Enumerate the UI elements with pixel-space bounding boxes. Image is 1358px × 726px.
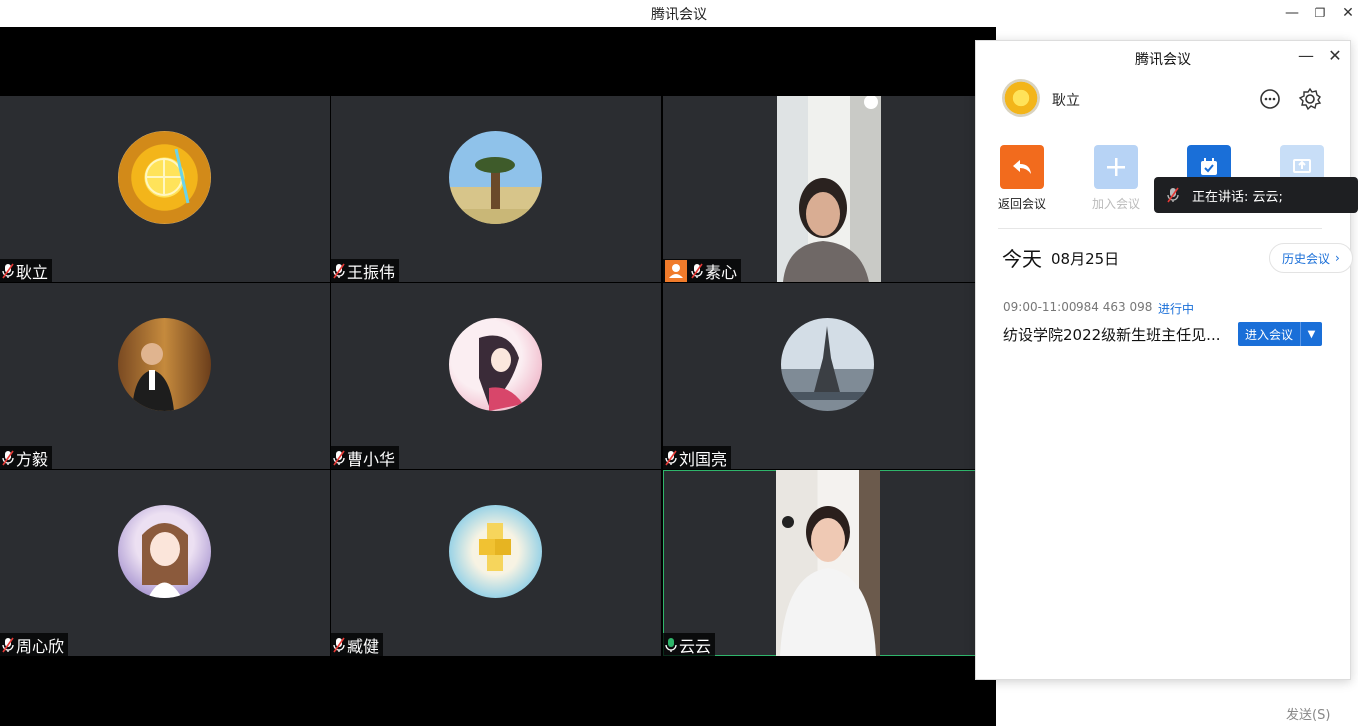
user-name: 耿立 bbox=[1052, 93, 1080, 109]
panel-close-icon[interactable]: ✕ bbox=[1325, 46, 1345, 66]
mic-muted-icon bbox=[333, 263, 345, 278]
host-badge-icon bbox=[665, 259, 687, 282]
mic-muted-icon bbox=[333, 450, 345, 465]
mic-muted-icon bbox=[2, 450, 14, 465]
participant-avatar bbox=[781, 318, 874, 411]
mic-muted-icon bbox=[691, 263, 703, 278]
mic-muted-icon bbox=[2, 637, 14, 652]
participant-avatar bbox=[118, 318, 211, 411]
today-label: 今天 bbox=[1002, 247, 1042, 271]
participant-name: 方毅 bbox=[16, 449, 49, 469]
participant-name-tag: 王振伟 bbox=[331, 259, 400, 282]
window-title: 腾讯会议 bbox=[651, 7, 707, 23]
participant-video bbox=[776, 470, 880, 656]
participant-name: 周心欣 bbox=[16, 636, 65, 656]
mic-muted-icon bbox=[1167, 187, 1179, 203]
participant-tile[interactable]: 刘国亮 bbox=[663, 283, 993, 469]
meeting-time: 09:00-11:00 bbox=[1003, 300, 1077, 314]
chevron-right-icon: › bbox=[1335, 251, 1340, 265]
participant-name-tag: 云云 bbox=[663, 633, 716, 656]
participant-name: 云云 bbox=[679, 636, 712, 656]
participant-name: 曹小华 bbox=[347, 449, 396, 469]
participant-tile[interactable]: 素心 bbox=[663, 96, 993, 282]
participant-avatar bbox=[118, 131, 211, 224]
return-meeting-button[interactable]: 返回会议 bbox=[992, 145, 1052, 212]
participant-name: 臧健 bbox=[347, 636, 380, 656]
participant-avatar bbox=[449, 318, 542, 411]
join-meeting-button[interactable]: 加入会议 bbox=[1086, 145, 1146, 212]
video-grid: 耿立 王振伟 素心 方毅 曹小华 刘国亮 周心欣 臧健 云云 bbox=[0, 27, 996, 726]
mic-muted-icon bbox=[333, 637, 345, 652]
chevron-down-icon[interactable]: ▼ bbox=[1300, 322, 1322, 346]
participant-name-tag: 曹小华 bbox=[331, 446, 400, 469]
participant-tile[interactable]: 臧健 bbox=[331, 470, 661, 656]
participant-tile[interactable]: 周心欣 bbox=[0, 470, 330, 656]
participant-name: 刘国亮 bbox=[679, 449, 728, 469]
history-label: 历史会议 bbox=[1282, 251, 1331, 266]
participant-name-tag: 臧健 bbox=[331, 633, 384, 656]
participant-name-tag: 素心 bbox=[663, 259, 742, 282]
send-button[interactable]: 发送(S) bbox=[1286, 704, 1330, 723]
divider bbox=[998, 228, 1322, 229]
speaking-text: 正在讲话: 云云; bbox=[1192, 189, 1283, 205]
participant-name: 王振伟 bbox=[347, 262, 396, 282]
participant-video bbox=[777, 96, 881, 282]
participant-tile[interactable]: 王振伟 bbox=[331, 96, 661, 282]
meeting-id: 984 463 098 bbox=[1076, 300, 1153, 314]
meeting-title[interactable]: 纺设学院2022级新生班主任见... bbox=[1003, 324, 1231, 345]
today-date: 08月25日 bbox=[1051, 250, 1120, 268]
user-avatar[interactable] bbox=[1002, 79, 1040, 117]
speaking-indicator: 正在讲话: 云云; bbox=[1154, 177, 1358, 213]
participant-avatar bbox=[449, 131, 542, 224]
participant-tile-active-speaker[interactable]: 云云 bbox=[663, 470, 993, 656]
participant-name-tag: 刘国亮 bbox=[663, 446, 732, 469]
meeting-status: 进行中 bbox=[1158, 302, 1195, 316]
chat-bubble-icon[interactable] bbox=[1258, 87, 1282, 111]
participant-tile[interactable]: 方毅 bbox=[0, 283, 330, 469]
participant-name-tag: 周心欣 bbox=[0, 633, 69, 656]
gear-icon[interactable] bbox=[1298, 87, 1322, 111]
mic-muted-icon bbox=[2, 263, 14, 278]
participant-avatar bbox=[118, 505, 211, 598]
participant-tile[interactable]: 耿立 bbox=[0, 96, 330, 282]
action-label: 加入会议 bbox=[1091, 197, 1140, 211]
enter-meeting-button[interactable]: 进入会议 bbox=[1238, 322, 1300, 346]
title-bar: 腾讯会议 — ❐ ✕ bbox=[0, 0, 1358, 27]
panel-minimize-icon[interactable]: — bbox=[1296, 46, 1316, 66]
participant-tile[interactable]: 曹小华 bbox=[331, 283, 661, 469]
close-icon[interactable]: ✕ bbox=[1338, 3, 1358, 23]
participant-name-tag: 方毅 bbox=[0, 446, 53, 469]
return-icon bbox=[1000, 145, 1044, 189]
participant-avatar bbox=[449, 505, 542, 598]
participant-name: 素心 bbox=[705, 262, 738, 282]
participant-name-tag: 耿立 bbox=[0, 259, 53, 282]
mic-muted-icon bbox=[665, 450, 677, 465]
meeting-home-panel: 腾讯会议 — ✕ 耿立 返回会议 加入会议 今天 08月25日 历史会议 › 0… bbox=[975, 40, 1353, 680]
plus-icon bbox=[1094, 145, 1138, 189]
panel-title: 腾讯会议 bbox=[1135, 52, 1191, 68]
action-label: 返回会议 bbox=[997, 197, 1046, 211]
restore-icon[interactable]: ❐ bbox=[1310, 3, 1330, 23]
mic-active-icon bbox=[665, 637, 677, 652]
participant-name: 耿立 bbox=[16, 262, 49, 282]
history-meetings-button[interactable]: 历史会议 › bbox=[1269, 243, 1353, 273]
minimize-icon[interactable]: — bbox=[1282, 3, 1302, 23]
